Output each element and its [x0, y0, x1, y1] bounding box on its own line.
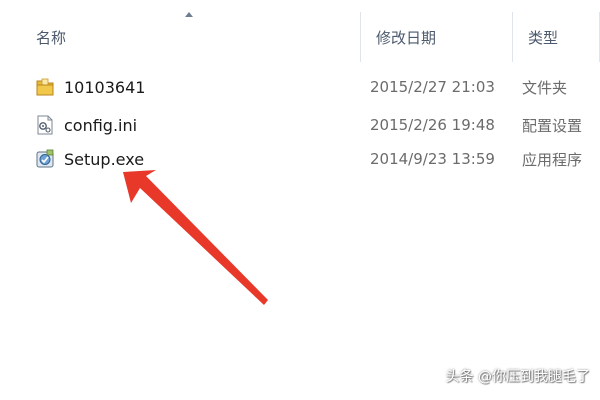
column-header-type[interactable]: 类型 — [512, 12, 600, 62]
folder-icon — [36, 78, 54, 96]
file-date: 2014/9/23 13:59 — [370, 150, 495, 168]
file-date: 2015/2/26 19:48 — [370, 116, 495, 134]
file-name-cell[interactable]: 10103641 — [34, 73, 354, 101]
column-header-name[interactable]: 名称 — [20, 12, 360, 62]
file-name: Setup.exe — [64, 149, 145, 169]
file-name-cell[interactable]: Setup.exe — [34, 145, 354, 173]
column-header-date-modified[interactable]: 修改日期 — [360, 12, 512, 62]
file-date: 2015/2/27 21:03 — [370, 78, 495, 96]
file-row-setup[interactable]: Setup.exe 2014/9/23 13:59 应用程序 — [20, 145, 600, 173]
file-type: 文件夹 — [522, 78, 568, 97]
setup-exe-icon — [36, 149, 54, 168]
file-row-config[interactable]: config.ini 2015/2/26 19:48 配置设置 — [20, 111, 600, 139]
file-row-folder[interactable]: 10103641 2015/2/27 21:03 文件夹 — [20, 73, 600, 101]
file-type: 配置设置 — [522, 116, 583, 135]
file-name-cell[interactable]: config.ini — [34, 111, 354, 139]
file-name: 10103641 — [64, 77, 146, 97]
file-type: 应用程序 — [522, 150, 583, 169]
arrow-shape — [123, 170, 268, 305]
watermark-text: 头条 @你压到我腿毛了 — [445, 369, 590, 385]
config-file-icon — [37, 115, 53, 135]
file-name: config.ini — [64, 115, 138, 135]
file-explorer-view: 名称 修改日期 类型 10103641 2015/2/27 21:03 文件夹 — [0, 0, 600, 400]
column-header-row: 名称 修改日期 类型 — [20, 12, 600, 62]
